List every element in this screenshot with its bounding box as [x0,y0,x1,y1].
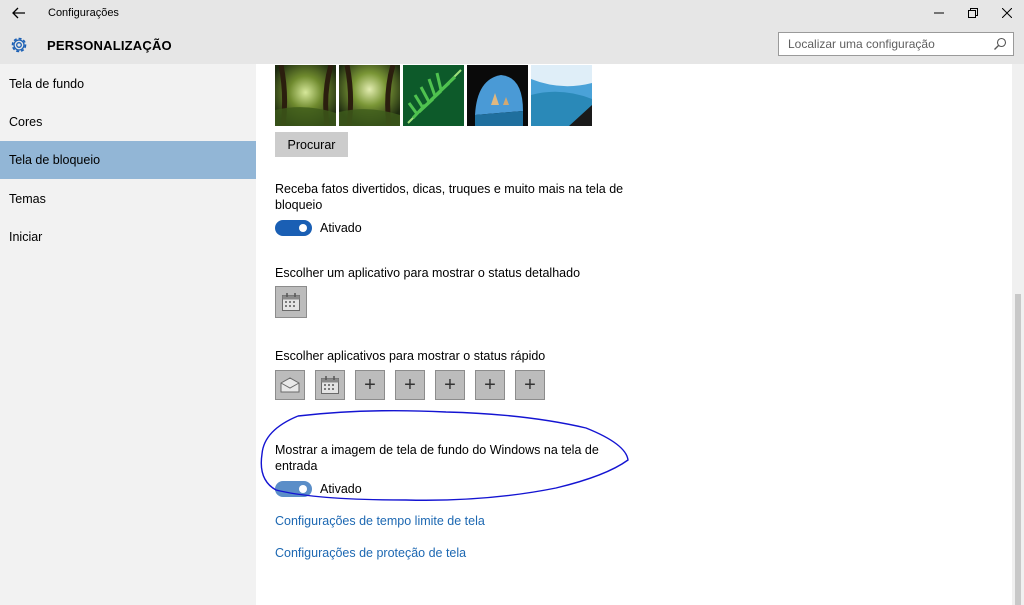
toggle-knob [299,485,307,493]
sidebar-item-label: Iniciar [9,230,43,244]
plus-icon: + [484,374,496,396]
signin-background-toggle[interactable] [275,481,312,497]
sidebar-item-temas[interactable]: Temas [0,180,256,218]
browse-button[interactable]: Procurar [275,132,348,157]
search-icon[interactable] [993,37,1007,51]
vertical-scrollbar[interactable] [1012,64,1024,605]
back-button[interactable] [0,0,38,26]
close-button[interactable] [990,0,1024,26]
plus-icon: + [404,374,416,396]
background-thumbnail[interactable] [467,65,528,126]
quick-status-app-button[interactable] [315,370,345,400]
restore-icon [968,8,978,18]
app-title: Configurações [48,7,119,19]
signin-background-label-line: entrada [275,459,318,473]
background-thumbnail[interactable] [339,65,400,126]
plus-icon: + [444,374,456,396]
scrollbar-thumb[interactable] [1015,294,1021,605]
sidebar-item-label: Tela de bloqueio [9,153,101,167]
back-arrow-icon [12,7,25,19]
title-bar: Configurações [0,0,1024,26]
sidebar-item-tela-de-fundo[interactable]: Tela de fundo [0,65,256,103]
main-content: Procurar Receba fatos divertidos, dicas,… [256,64,1012,605]
plus-icon: + [524,374,536,396]
page-title: PERSONALIZAÇÃO [47,38,172,53]
mail-icon [280,377,300,393]
add-quick-status-app-button[interactable]: + [435,370,465,400]
fun-facts-label-line: bloqueio [275,198,323,212]
fun-facts-label-line: Receba fatos divertidos, dicas, truques … [275,182,624,196]
toggle-knob [299,224,307,232]
add-quick-status-app-button[interactable]: + [355,370,385,400]
background-thumbnail[interactable] [275,65,336,126]
quick-status-app-button[interactable] [275,370,305,400]
detailed-status-app-button[interactable] [275,286,307,318]
add-quick-status-app-button[interactable]: + [395,370,425,400]
background-thumbnail[interactable] [531,65,592,126]
sidebar-item-iniciar[interactable]: Iniciar [0,218,256,256]
background-thumbnail[interactable] [403,65,464,126]
gear-icon [11,37,27,53]
add-quick-status-app-button[interactable]: + [515,370,545,400]
sidebar: Tela de fundo Cores Tela de bloqueio Tem… [0,64,256,605]
calendar-icon [282,293,300,311]
signin-background-label-line: Mostrar a imagem de tela de fundo do Win… [275,443,599,457]
fun-facts-toggle[interactable] [275,220,312,236]
signin-background-state: Ativado [320,482,362,496]
calendar-icon [321,376,339,394]
sidebar-item-label: Cores [9,115,43,129]
add-quick-status-app-button[interactable]: + [475,370,505,400]
minimize-icon [934,12,944,14]
screen-timeout-settings-link[interactable]: Configurações de tempo limite de tela [275,514,485,528]
restore-button[interactable] [956,0,990,26]
signin-background-label: Mostrar a imagem de tela de fundo do Win… [275,442,599,474]
plus-icon: + [364,374,376,396]
page-header: PERSONALIZAÇÃO [0,26,1024,64]
fun-facts-label: Receba fatos divertidos, dicas, truques … [275,181,623,213]
search-box[interactable] [778,32,1014,56]
screen-saver-settings-link[interactable]: Configurações de proteção de tela [275,546,466,560]
sidebar-item-label: Tela de fundo [9,77,85,91]
detailed-status-label: Escolher um aplicativo para mostrar o st… [275,266,581,280]
sidebar-item-cores[interactable]: Cores [0,103,256,141]
search-input[interactable] [779,36,990,52]
minimize-button[interactable] [922,0,956,26]
sidebar-item-label: Temas [9,192,46,206]
close-icon [1002,8,1012,18]
fun-facts-state: Ativado [320,221,362,235]
sidebar-item-tela-de-bloqueio[interactable]: Tela de bloqueio [0,141,256,179]
quick-status-label: Escolher aplicativos para mostrar o stat… [275,349,546,363]
window-controls [922,0,1024,26]
